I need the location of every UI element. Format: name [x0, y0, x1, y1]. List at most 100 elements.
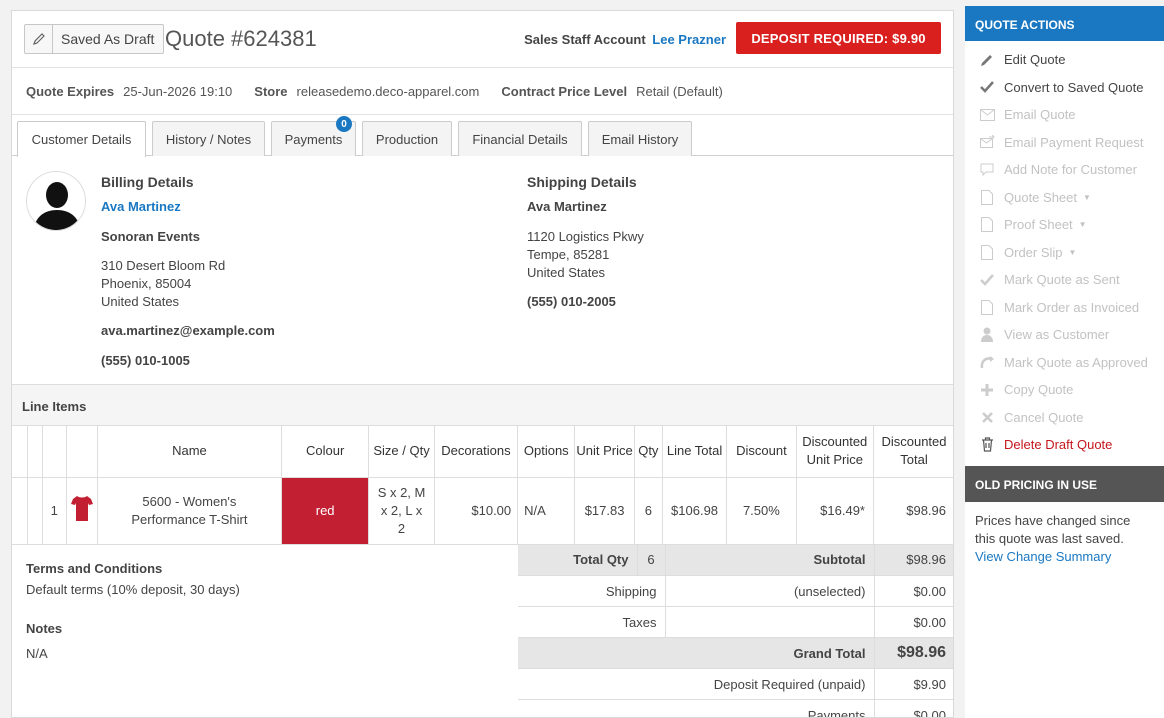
billing-heading: Billing Details: [101, 174, 194, 190]
chevron-down-icon: ▼: [1083, 192, 1091, 202]
user-icon: [979, 327, 995, 343]
tab-production[interactable]: Production: [362, 121, 452, 156]
billing-company: Sonoran Events: [101, 229, 200, 244]
tab-payments[interactable]: Payments 0: [271, 116, 356, 156]
quote-footer: Terms and Conditions Default terms (10% …: [12, 544, 953, 717]
file-icon: [979, 189, 995, 205]
x-icon: [979, 409, 995, 425]
subtotal-label: Subtotal: [664, 544, 874, 576]
shipping-country: United States: [527, 265, 606, 280]
col-colour: Colour: [280, 426, 370, 478]
page-title: Quote #624381: [165, 26, 317, 51]
billing-city: Phoenix, 85004: [101, 276, 192, 291]
check-icon: [979, 272, 995, 288]
taxes-value: $0.00: [873, 606, 953, 638]
item-qty: 6: [633, 476, 663, 545]
shipping-name: Ava Martinez: [527, 199, 607, 214]
comment-icon: [979, 162, 995, 178]
action-mark-quote-as-approved[interactable]: Mark Quote as Approved: [965, 349, 1164, 377]
pencil-icon: [25, 25, 53, 53]
action-email-quote[interactable]: Email Quote: [965, 101, 1164, 129]
action-label: Delete Draft Quote: [1004, 437, 1113, 453]
action-label: Mark Order as Invoiced: [1004, 299, 1140, 315]
total-qty-value: 6: [636, 544, 665, 576]
sales-staff-link[interactable]: Lee Prazner: [652, 32, 726, 47]
view-change-summary-link[interactable]: View Change Summary: [975, 548, 1154, 566]
billing-street: 310 Desert Bloom Rd: [101, 258, 226, 273]
file-icon: [979, 244, 995, 260]
notes-text: N/A: [26, 645, 48, 661]
avatar: [26, 171, 86, 231]
shipping-street: 1120 Logistics Pkwy: [527, 229, 644, 244]
action-label: Cancel Quote: [1004, 409, 1084, 425]
envelope-icon: [979, 107, 995, 123]
action-label: Edit Quote: [1004, 52, 1066, 68]
refresh-icon: [979, 354, 995, 370]
tab-bar: Customer Details History / Notes Payment…: [12, 115, 953, 157]
shipping-heading: Shipping Details: [527, 174, 637, 190]
quote-actions-heading: QUOTE ACTIONS: [965, 6, 1164, 41]
total-qty-label: Total Qty: [518, 544, 637, 576]
item-size-qty: S x 2, M x 2, L x 2: [368, 476, 435, 545]
check-icon: [979, 79, 995, 95]
terms-text: Default terms (10% deposit, 30 days): [26, 581, 240, 597]
price-level-label: Contract Price Level: [501, 83, 628, 99]
action-convert-to-saved-quote[interactable]: Convert to Saved Quote: [965, 74, 1164, 102]
terms-heading: Terms and Conditions: [26, 560, 163, 576]
action-cancel-quote[interactable]: Cancel Quote: [965, 404, 1164, 432]
item-options: N/A: [517, 476, 576, 545]
customer-details: Billing Details Ava Martinez Sonoran Eve…: [12, 156, 953, 385]
payments-count-badge: 0: [336, 116, 352, 132]
action-copy-quote[interactable]: Copy Quote: [965, 376, 1164, 404]
totals-row-deposit: Deposit Required (unpaid) $9.90: [518, 668, 953, 700]
pencil-icon: [979, 52, 995, 68]
payments-value: $0.00: [873, 699, 953, 717]
action-label: Email Payment Request: [1004, 134, 1144, 150]
action-label: Copy Quote: [1004, 382, 1074, 398]
tab-financial-details[interactable]: Financial Details: [458, 121, 582, 156]
table-row[interactable]: 1 5600 - Women's Performance T-Shirt red…: [12, 476, 953, 545]
chevron-down-icon: ▼: [1078, 220, 1087, 230]
sales-staff-label: Sales Staff Account: [524, 32, 646, 47]
action-quote-sheet[interactable]: Quote Sheet ▼: [965, 184, 1164, 212]
file-icon: [979, 299, 995, 315]
col-discount: Discount: [726, 426, 797, 478]
notes-heading: Notes: [26, 620, 63, 636]
quote-actions-list: Edit Quote Convert to Saved Quote Email …: [965, 41, 1164, 459]
action-mark-order-as-invoiced[interactable]: Mark Order as Invoiced: [965, 294, 1164, 322]
action-order-slip[interactable]: Order Slip ▼: [965, 239, 1164, 267]
item-line-total: $106.98: [661, 476, 728, 545]
file-icon: [979, 217, 995, 233]
tshirt-icon: [70, 496, 93, 521]
product-thumbnail[interactable]: [65, 476, 98, 545]
sales-staff: Sales Staff Account Lee Prazner: [524, 32, 726, 47]
subtotal-value: $98.96: [873, 544, 953, 576]
tab-history-notes[interactable]: History / Notes: [152, 121, 265, 156]
billing-name-link[interactable]: Ava Martinez: [101, 198, 275, 216]
action-label: Proof Sheet: [1004, 217, 1073, 233]
action-email-payment-request[interactable]: Email Payment Request: [965, 129, 1164, 157]
action-view-as-customer[interactable]: View as Customer: [965, 321, 1164, 349]
grand-total-label: Grand Total: [518, 637, 874, 669]
tab-email-history[interactable]: Email History: [588, 121, 692, 156]
tab-customer-details[interactable]: Customer Details: [17, 121, 146, 157]
action-mark-quote-as-sent[interactable]: Mark Quote as Sent: [965, 266, 1164, 294]
action-delete-draft-quote[interactable]: Delete Draft Quote: [965, 431, 1164, 459]
action-label: Mark Quote as Approved: [1004, 354, 1148, 370]
saved-as-draft-button[interactable]: Saved As Draft: [24, 24, 165, 54]
col-options: Options: [517, 426, 576, 478]
row-index: 1: [41, 476, 67, 545]
old-pricing-heading: OLD PRICING IN USE: [965, 465, 1164, 502]
col-name: Name: [96, 426, 282, 478]
billing-country: United States: [101, 294, 180, 309]
action-edit-quote[interactable]: Edit Quote: [965, 46, 1164, 74]
person-silhouette-icon: [33, 182, 81, 230]
item-discount: 7.50%: [726, 476, 797, 545]
action-proof-sheet[interactable]: Proof Sheet ▼: [965, 211, 1164, 239]
expires-value: 25-Jun-2026 19:10: [123, 83, 233, 99]
deposit-required-button[interactable]: DEPOSIT REQUIRED: $9.90: [736, 22, 941, 54]
shipping-label: Shipping: [518, 575, 665, 607]
expires-label: Quote Expires: [26, 83, 115, 99]
action-add-note-for-customer[interactable]: Add Note for Customer: [965, 156, 1164, 184]
tab-payments-label: Payments: [284, 131, 343, 147]
